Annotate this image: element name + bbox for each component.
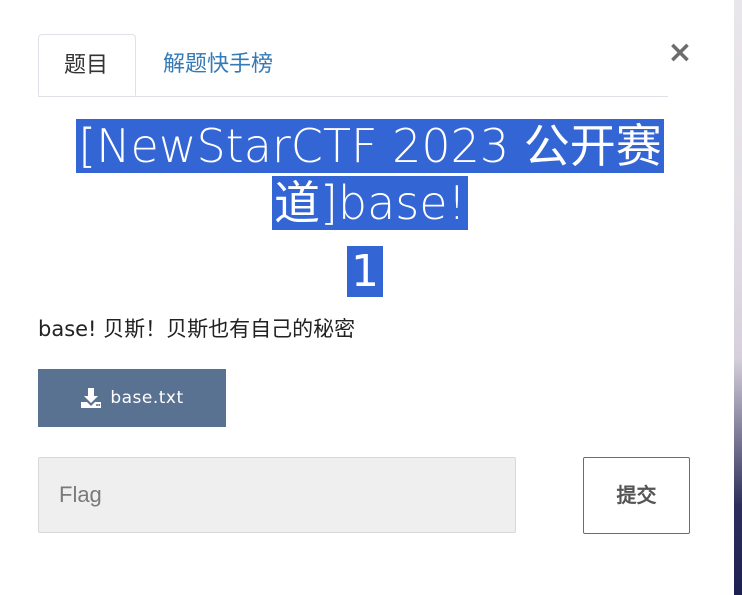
challenge-title-line-1: [NewStarCTF 2023 公开赛 xyxy=(76,119,664,173)
close-icon: × xyxy=(667,35,693,70)
tab-solves[interactable]: 解题快手榜 xyxy=(138,34,298,95)
download-icon xyxy=(81,388,102,408)
challenge-value-text: 1 xyxy=(347,246,383,297)
challenge-value: 1 xyxy=(0,246,730,297)
challenge-description: base! 贝斯！贝斯也有自己的秘密 xyxy=(38,317,356,341)
submit-button[interactable]: 提交 xyxy=(583,457,690,534)
modal-tabs: 题目 解题快手榜 xyxy=(38,34,668,97)
screen: 题目 解题快手榜 × [NewStarCTF 2023 公开赛 道]base! … xyxy=(0,0,742,595)
tab-challenge[interactable]: 题目 xyxy=(38,34,136,96)
download-file-label: base.txt xyxy=(110,388,184,408)
page-backdrop xyxy=(734,0,742,595)
download-file-button[interactable]: base.txt xyxy=(38,369,226,427)
close-button[interactable]: × xyxy=(666,38,694,68)
challenge-title: [NewStarCTF 2023 公开赛 道]base! xyxy=(40,118,700,232)
challenge-title-line-2: 道]base! xyxy=(271,176,469,230)
challenge-modal: 题目 解题快手榜 × [NewStarCTF 2023 公开赛 道]base! … xyxy=(0,0,734,595)
tab-challenge-label: 题目 xyxy=(64,53,109,78)
flag-input[interactable] xyxy=(38,457,516,533)
submit-label: 提交 xyxy=(616,483,657,507)
tab-solves-label: 解题快手榜 xyxy=(163,52,274,77)
